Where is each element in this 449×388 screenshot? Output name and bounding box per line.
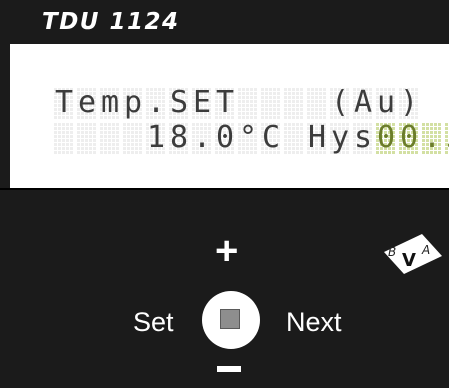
lcd-char: E bbox=[192, 85, 212, 120]
lcd-char: S bbox=[169, 85, 189, 120]
lcd-line-1: Temp.SET (Au) bbox=[54, 87, 419, 119]
lcd-char: u bbox=[376, 85, 396, 120]
lcd-char: 5 bbox=[445, 122, 449, 154]
set-button[interactable]: Set bbox=[133, 307, 174, 338]
next-button[interactable]: Next bbox=[286, 307, 342, 338]
divider bbox=[0, 188, 449, 190]
lcd-char bbox=[100, 122, 120, 154]
lcd-char: ) bbox=[399, 85, 419, 120]
down-button[interactable] bbox=[217, 366, 241, 372]
logo-letter-a: A bbox=[421, 243, 430, 257]
logo-letter-b: B bbox=[388, 245, 396, 259]
lcd-char: H bbox=[307, 120, 327, 155]
lcd-char: . bbox=[422, 120, 442, 155]
lcd-char: ° bbox=[238, 120, 258, 155]
square-icon bbox=[220, 309, 240, 329]
lcd-char: 0 bbox=[399, 120, 419, 155]
lcd-char bbox=[77, 122, 97, 154]
lcd-line-2: 18.0°C Hys00.5 bbox=[54, 122, 449, 154]
lcd-char: 0 bbox=[215, 120, 235, 155]
lcd-char: T bbox=[215, 85, 235, 120]
lcd-char: p bbox=[123, 85, 143, 120]
lcd-char: e bbox=[77, 85, 97, 120]
lcd-char bbox=[284, 87, 304, 119]
lcd-char: ( bbox=[330, 85, 350, 120]
lcd-char: 8 bbox=[169, 120, 189, 155]
lcd-char bbox=[284, 122, 304, 154]
lcd-char bbox=[307, 87, 327, 119]
model-name: TDU 1124 bbox=[42, 9, 180, 35]
lcd-char: . bbox=[192, 120, 212, 155]
lcd-char: s bbox=[353, 120, 373, 155]
lcd-char: C bbox=[261, 120, 281, 155]
lcd-char: y bbox=[330, 120, 350, 155]
device-panel: TDU 1124 Temp.SET (Au) 18.0°C Hys00.5 + … bbox=[0, 0, 449, 388]
lcd-char: A bbox=[353, 85, 373, 120]
lcd-char bbox=[54, 122, 74, 154]
up-button[interactable]: + bbox=[215, 231, 238, 271]
lcd-char: 1 bbox=[146, 120, 166, 155]
logo-letter-v: V bbox=[402, 250, 416, 271]
lcd-char bbox=[238, 87, 258, 119]
select-button[interactable] bbox=[202, 291, 260, 349]
lcd-char bbox=[123, 122, 143, 154]
bva-logo: B V A bbox=[384, 234, 442, 274]
lcd-char: T bbox=[54, 85, 74, 120]
lcd-char: m bbox=[100, 85, 120, 120]
lcd-char bbox=[261, 87, 281, 119]
lcd-char: . bbox=[146, 85, 166, 120]
lcd-display: Temp.SET (Au) 18.0°C Hys00.5 bbox=[10, 44, 449, 188]
lcd-char: 0 bbox=[376, 120, 396, 155]
